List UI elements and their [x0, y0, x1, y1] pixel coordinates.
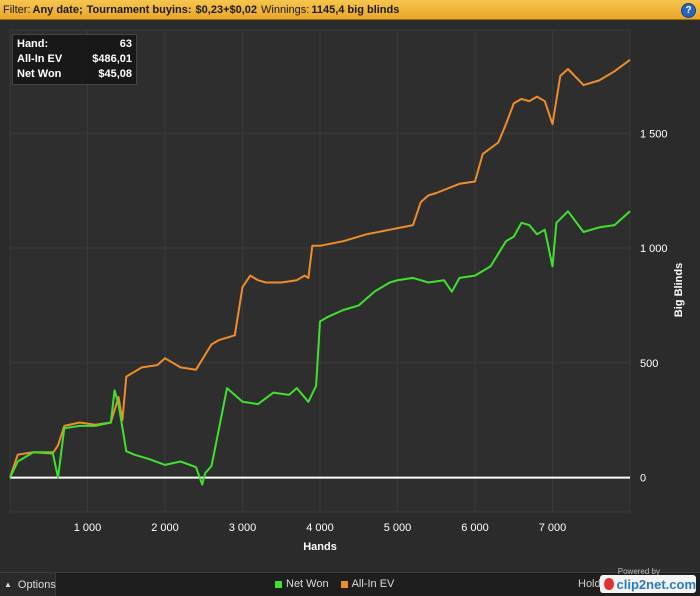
options-button[interactable]: ▲ Options	[0, 573, 56, 596]
filter-label: Filter:	[3, 3, 31, 16]
hand-info-box: Hand: 63 All-In EV $486,01 Net Won $45,0…	[12, 34, 137, 85]
y-axis-label: Big Blinds	[673, 263, 685, 317]
filter-winnings-label: Winnings:	[261, 3, 310, 16]
x-tick-label: 1 000	[74, 522, 102, 534]
info-value: 63	[119, 38, 132, 50]
filter-buyins-value: $0,23+$0,02	[195, 3, 258, 16]
legend-swatch	[340, 580, 348, 588]
info-row-net-won: Net Won $45,08	[17, 67, 132, 82]
info-label: Hand:	[17, 38, 49, 50]
logo-icon	[604, 578, 614, 590]
brand-watermark: Powered by Hold clip2net.com	[578, 567, 696, 595]
options-label: Options	[17, 578, 56, 591]
info-label: Net Won	[17, 68, 62, 80]
info-label: All-In EV	[17, 53, 63, 65]
y-tick-labels: 0 500 1 000 1 500	[640, 128, 668, 484]
legend-item-all-in-ev[interactable]: All-In EV	[340, 578, 395, 590]
x-tick-labels: 1 000 2 000 3 000 4 000 5 000 6 000 7 000	[74, 522, 567, 534]
filter-buyins-label: Tournament buyins:	[86, 3, 192, 16]
filter-bar[interactable]: Filter: Any date; Tournament buyins: $0,…	[0, 0, 700, 20]
filter-date-value: Any date;	[32, 3, 83, 16]
winnings-chart: 1 000 2 000 3 000 4 000 5 000 6 000 7 000 0 500…	[9, 29, 685, 553]
y-tick-label: 1 500	[640, 128, 668, 140]
legend-label: All-In EV	[351, 578, 395, 590]
x-axis-label: Hands	[303, 541, 337, 553]
logo-text: clip2net.com	[616, 576, 696, 592]
bottom-bar: ▲ Options Net Won All-In EV Powered by H…	[0, 567, 700, 596]
clip2net-logo: clip2net.com	[600, 575, 696, 593]
legend-label: Net Won	[286, 578, 329, 590]
y-tick-label: 500	[640, 358, 658, 370]
chart-legend: Net Won All-In EV	[275, 578, 394, 590]
info-value: $45,08	[98, 68, 132, 80]
x-tick-label: 7 000	[539, 522, 567, 534]
info-row-hand: Hand: 63	[17, 37, 132, 52]
hold-text: Hold	[578, 578, 601, 590]
caret-up-icon: ▲	[4, 580, 12, 589]
filter-winnings-value: 1145,4 big blinds	[311, 3, 400, 16]
x-tick-label: 6 000	[461, 522, 489, 534]
legend-swatch	[275, 580, 282, 588]
x-tick-label: 4 000	[306, 522, 334, 534]
info-row-allin-ev: All-In EV $486,01	[17, 52, 132, 67]
x-tick-label: 3 000	[229, 522, 257, 534]
y-tick-label: 1 000	[640, 243, 668, 255]
x-tick-label: 2 000	[151, 522, 179, 534]
legend-item-net-won[interactable]: Net Won	[275, 578, 329, 590]
x-tick-label: 5 000	[384, 522, 412, 534]
help-icon[interactable]: ?	[681, 3, 696, 18]
y-tick-label: 0	[640, 473, 646, 485]
info-value: $486,01	[92, 53, 132, 65]
